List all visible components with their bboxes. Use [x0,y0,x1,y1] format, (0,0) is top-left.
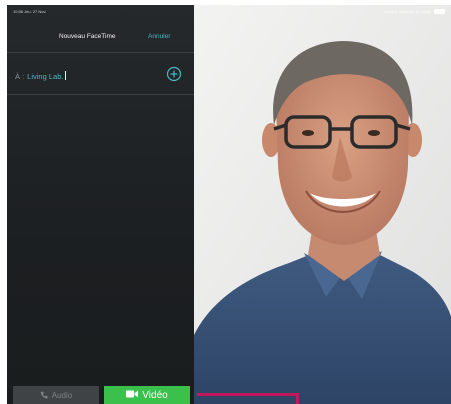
status-time: 10:58 Jeu. 27 Nov. [13,9,47,14]
audio-label: Audio [51,391,73,400]
battery-icon [434,9,445,14]
cancel-button[interactable]: Annuler [148,33,170,40]
recipient-field[interactable]: À : Living Lab. [15,71,165,85]
battery-status-text: Aucune recharge en cours [384,9,431,14]
video-camera-icon [126,390,139,401]
status-battery: Aucune recharge en cours [384,9,445,14]
add-contact-button[interactable] [166,66,182,82]
facetime-screen: 10:58 Jeu. 27 Nov. Nouveau FaceTime Annu… [7,5,451,404]
page-title: Nouveau FaceTime [59,33,116,40]
new-facetime-panel: 10:58 Jeu. 27 Nov. Nouveau FaceTime Annu… [7,5,194,404]
phone-icon [40,391,48,401]
recipient-input[interactable]: Living Lab. [27,72,63,81]
header-divider [7,52,194,53]
recipient-prefix: À : [15,72,25,81]
self-view-portrait [194,5,451,404]
camera-preview: Aucune recharge en cours [194,5,451,404]
audio-call-button[interactable]: Audio [13,386,99,404]
plus-circle-icon [166,66,182,82]
annotation-marker [197,393,299,404]
video-label: Vidéo [142,390,168,401]
recipient-divider [7,94,194,95]
text-caret [65,71,67,80]
video-call-button[interactable]: Vidéo [104,386,190,404]
